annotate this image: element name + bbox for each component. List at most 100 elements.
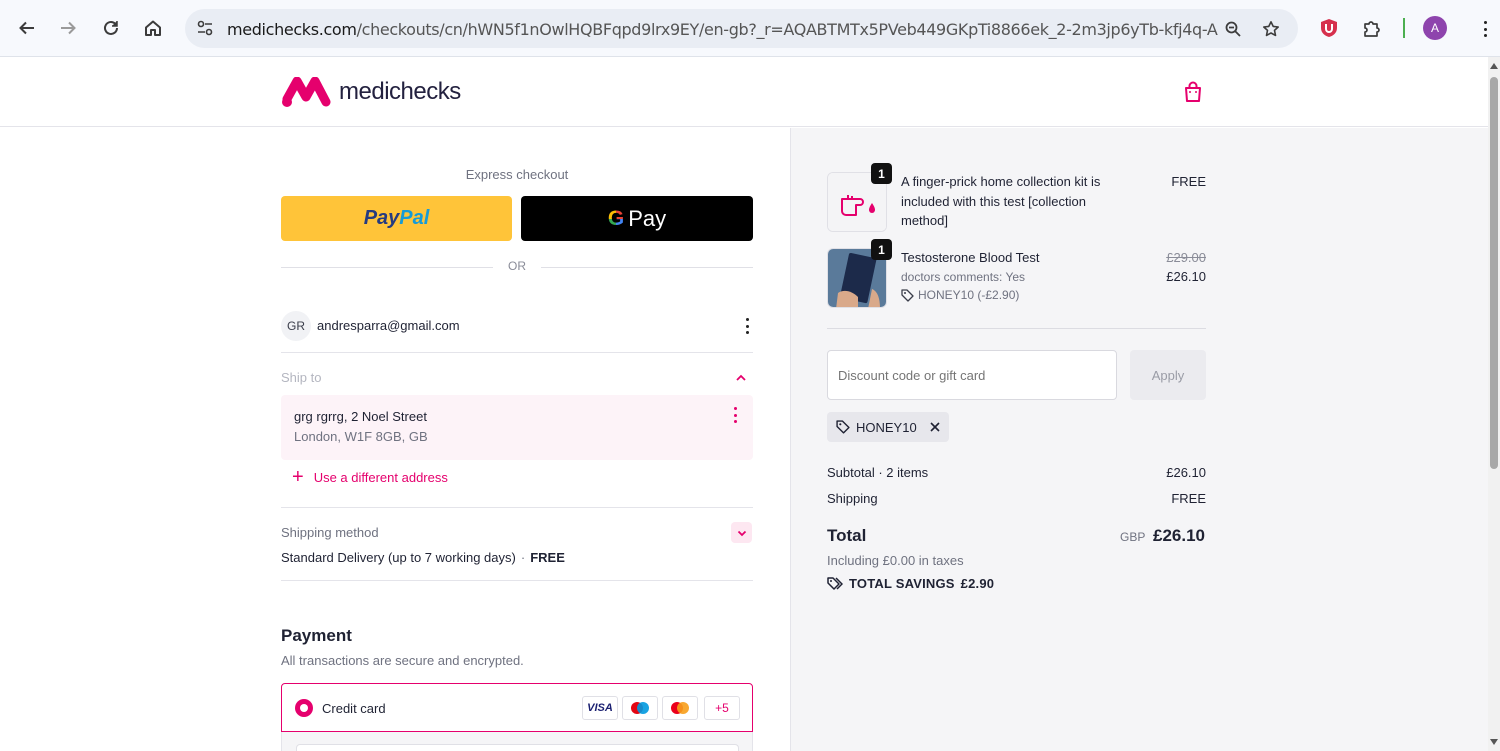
use-different-address-link[interactable]: + Use a different address bbox=[292, 466, 448, 488]
credit-card-radio[interactable] bbox=[295, 699, 313, 717]
chevron-up-icon[interactable] bbox=[733, 370, 749, 386]
site-header: medichecks bbox=[0, 57, 1488, 127]
paypal-label-a: Pay bbox=[363, 207, 400, 229]
google-pay-button[interactable]: G Pay bbox=[521, 196, 753, 241]
maestro-icon bbox=[622, 696, 658, 720]
account-email: andresparra@gmail.com bbox=[317, 318, 460, 333]
shipping-method-name: Standard Delivery (up to 7 working days) bbox=[281, 550, 516, 565]
account-row: GR andresparra@gmail.com bbox=[281, 311, 753, 353]
credit-card-label: Credit card bbox=[322, 701, 386, 716]
google-pay-label: Pay bbox=[628, 205, 667, 231]
url-path: /checkouts/cn/hWN5f1nOwlHQBFqpd9lrx9EY/e… bbox=[356, 20, 1218, 39]
shipping-row: Shipping FREE bbox=[827, 491, 1206, 506]
ship-to-label: Ship to bbox=[281, 370, 322, 385]
shipping-value: FREE bbox=[1171, 491, 1206, 506]
card-number-field[interactable] bbox=[296, 744, 739, 751]
item-price: FREE bbox=[1171, 174, 1206, 189]
item-subtitle: doctors comments: Yes bbox=[901, 270, 1026, 284]
credit-card-option[interactable]: Credit card VISA +5 bbox=[281, 683, 753, 732]
total-value: £26.10 bbox=[1153, 526, 1205, 545]
browser-menu-icon[interactable] bbox=[1463, 14, 1491, 42]
subtotal-value: £26.10 bbox=[1166, 465, 1206, 480]
profile-avatar-label: A bbox=[1423, 16, 1447, 40]
express-checkout-label: Express checkout bbox=[465, 167, 569, 182]
mastercard-icon bbox=[662, 696, 698, 720]
subtotal-label: Subtotal · 2 items bbox=[827, 465, 929, 480]
paypal-label-b: Pal bbox=[399, 207, 430, 229]
plus-icon: + bbox=[292, 466, 304, 488]
item-original-price: £29.00 bbox=[1166, 250, 1206, 265]
order-summary: 1 A finger-prick home collection kit is … bbox=[790, 128, 1488, 751]
shipping-method-label: Shipping method bbox=[281, 525, 379, 540]
browser-toolbar: medichecks.com/checkouts/cn/hWN5f1nOwlHQ… bbox=[0, 0, 1500, 57]
quantity-badge: 1 bbox=[871, 163, 892, 184]
zoom-icon[interactable] bbox=[1221, 17, 1245, 41]
chevron-down-icon bbox=[737, 530, 746, 536]
medichecks-logo[interactable]: medichecks bbox=[281, 77, 461, 107]
line-item: 1 A finger-prick home collection kit is … bbox=[827, 163, 1206, 232]
item-title: Testosterone Blood Test bbox=[901, 250, 1040, 265]
subtotal-row: Subtotal · 2 items £26.10 bbox=[827, 465, 1206, 480]
shipping-method-separator: · bbox=[520, 550, 526, 565]
paypal-button[interactable]: Pay Pal bbox=[281, 196, 512, 241]
payment-title: Payment bbox=[281, 626, 352, 645]
cart-bag-icon[interactable] bbox=[1182, 80, 1204, 104]
savings-label: TOTAL SAVINGS bbox=[849, 576, 955, 591]
remove-discount-close-icon[interactable] bbox=[929, 421, 941, 433]
total-label: Total bbox=[827, 526, 867, 545]
credit-card-fields bbox=[281, 732, 753, 751]
use-different-address-label: Use a different address bbox=[313, 469, 448, 485]
item-discount-code-text: HONEY10 (-£2.90) bbox=[918, 288, 1020, 302]
quantity-badge: 1 bbox=[871, 239, 892, 260]
summary-divider bbox=[827, 328, 1206, 329]
shipping-method-value: Standard Delivery (up to 7 working days)… bbox=[281, 550, 565, 565]
bookmark-star-icon[interactable] bbox=[1259, 17, 1283, 41]
profile-avatar[interactable]: A bbox=[1421, 14, 1449, 42]
toolbar-separator bbox=[1403, 18, 1405, 38]
logo-mark-icon bbox=[282, 77, 331, 107]
or-divider: OR bbox=[281, 259, 753, 275]
puzzle-extensions-icon[interactable] bbox=[1358, 14, 1386, 42]
forward-arrow-icon[interactable] bbox=[54, 14, 82, 42]
address-bar[interactable]: medichecks.com/checkouts/cn/hWN5f1nOwlHQ… bbox=[185, 9, 1298, 48]
address-line-1: grg rgrrg, 2 Noel Street bbox=[294, 409, 427, 424]
line-item: 1 Testosterone Blood Test doctors commen… bbox=[827, 239, 1206, 308]
back-arrow-icon[interactable] bbox=[13, 14, 41, 42]
section-divider bbox=[281, 580, 753, 581]
tag-icon bbox=[901, 288, 914, 302]
item-title: A finger-prick home collection kit is in… bbox=[901, 174, 1101, 228]
item-discount-code: HONEY10 (-£2.90) bbox=[901, 288, 1019, 302]
total-currency: GBP bbox=[1120, 530, 1146, 544]
reload-icon[interactable] bbox=[97, 14, 125, 42]
scroll-down-arrow-icon[interactable] bbox=[1490, 739, 1498, 745]
tax-note: Including £0.00 in taxes bbox=[827, 553, 964, 568]
apply-discount-button[interactable]: Apply bbox=[1130, 350, 1206, 400]
savings-tag-icon bbox=[827, 576, 843, 590]
or-text: OR bbox=[508, 259, 526, 273]
page-scrollbar[interactable] bbox=[1488, 57, 1500, 751]
more-cards-badge: +5 bbox=[704, 696, 740, 720]
selected-address[interactable]: grg rgrrg, 2 Noel Street London, W1F 8GB… bbox=[281, 395, 753, 460]
shield-extension-icon[interactable] bbox=[1315, 14, 1343, 42]
total-savings: TOTAL SAVINGS £2.90 bbox=[827, 576, 994, 591]
address-menu-icon[interactable] bbox=[731, 407, 739, 423]
payment-subtitle: All transactions are secure and encrypte… bbox=[281, 653, 524, 668]
site-info-icon[interactable] bbox=[193, 16, 217, 40]
section-divider bbox=[281, 507, 753, 508]
savings-value: £2.90 bbox=[960, 576, 995, 591]
tag-icon bbox=[836, 420, 850, 434]
logo-text: medichecks bbox=[339, 78, 461, 105]
account-menu-icon[interactable] bbox=[743, 318, 751, 334]
url-text: medichecks.com/checkouts/cn/hWN5f1nOwlHQ… bbox=[227, 20, 1218, 39]
home-icon[interactable] bbox=[139, 14, 167, 42]
applied-discount-chip: HONEY10 bbox=[827, 412, 949, 442]
scroll-up-arrow-icon[interactable] bbox=[1490, 63, 1498, 69]
or-line-right bbox=[541, 267, 753, 268]
google-g-icon: G bbox=[607, 206, 625, 230]
shipping-method-price: FREE bbox=[530, 550, 565, 565]
shipping-method-toggle[interactable] bbox=[731, 522, 752, 543]
scrollbar-thumb[interactable] bbox=[1490, 77, 1498, 469]
visa-icon: VISA bbox=[582, 696, 618, 720]
account-avatar: GR bbox=[281, 311, 311, 341]
discount-code-input[interactable] bbox=[827, 350, 1117, 400]
